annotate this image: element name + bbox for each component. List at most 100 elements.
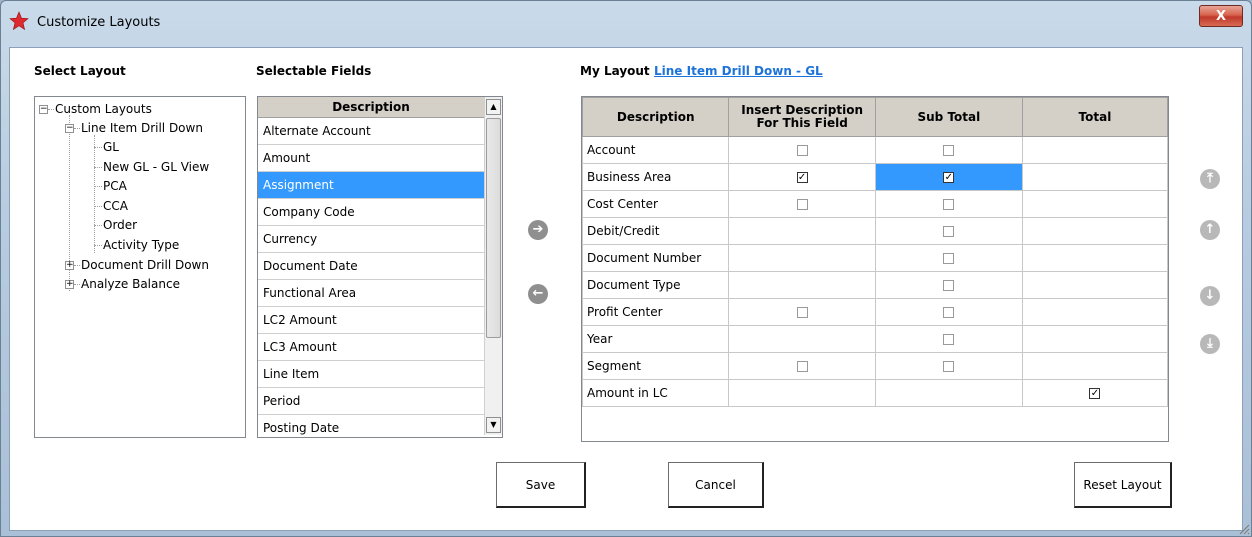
- row-insert-cell[interactable]: [728, 379, 876, 407]
- checkbox-unchecked[interactable]: [796, 307, 808, 318]
- list-item[interactable]: Document Date: [258, 253, 484, 280]
- list-item[interactable]: Company Code: [258, 199, 484, 226]
- list-item[interactable]: Alternate Account: [258, 118, 484, 145]
- list-item[interactable]: LC2 Amount: [258, 307, 484, 334]
- row-subtotal-cell[interactable]: [874, 379, 1023, 407]
- tree-node-custom-layouts[interactable]: Custom Layouts: [55, 101, 152, 117]
- checkbox-unchecked[interactable]: [943, 334, 955, 345]
- list-item[interactable]: Period: [258, 388, 484, 415]
- row-total-cell[interactable]: [1021, 325, 1168, 353]
- collapse-toggle-icon[interactable]: −: [39, 105, 48, 114]
- tree-node-new-gl-view[interactable]: New GL - GL View: [103, 159, 209, 175]
- expand-toggle-icon[interactable]: +: [65, 280, 74, 289]
- move-top-icon[interactable]: ⤒: [1200, 169, 1220, 189]
- layout-tree[interactable]: − Custom Layouts − Line Item Drill Down …: [34, 96, 246, 438]
- table-row[interactable]: Document Number: [582, 244, 1168, 272]
- table-row[interactable]: Account: [582, 136, 1168, 164]
- row-total-cell[interactable]: [1021, 271, 1168, 299]
- row-subtotal-cell[interactable]: ✓: [874, 163, 1023, 191]
- column-header-description[interactable]: Description: [582, 97, 730, 137]
- table-row[interactable]: Profit Center: [582, 298, 1168, 326]
- tree-node-pca[interactable]: PCA: [103, 178, 127, 194]
- checkbox-unchecked[interactable]: [943, 307, 955, 318]
- row-subtotal-cell[interactable]: [874, 271, 1023, 299]
- expand-toggle-icon[interactable]: +: [65, 261, 74, 270]
- checkbox-unchecked[interactable]: [943, 145, 955, 156]
- vertical-scrollbar[interactable]: ▲ ▼: [484, 97, 502, 435]
- move-up-icon[interactable]: ↑: [1200, 220, 1220, 240]
- tree-node-analyze-balance[interactable]: Analyze Balance: [81, 276, 180, 292]
- checkbox-unchecked[interactable]: [796, 199, 808, 210]
- checkbox-checked[interactable]: ✓: [796, 172, 808, 183]
- row-subtotal-cell[interactable]: [874, 298, 1023, 326]
- table-row[interactable]: Amount in LC ✓: [582, 379, 1168, 407]
- row-insert-cell[interactable]: [728, 217, 876, 245]
- tree-node-activity-type[interactable]: Activity Type: [103, 237, 179, 253]
- list-item[interactable]: Amount: [258, 145, 484, 172]
- tree-node-document-drill-down[interactable]: Document Drill Down: [81, 257, 209, 273]
- list-item[interactable]: Currency: [258, 226, 484, 253]
- resize-grip-icon[interactable]: [1238, 523, 1250, 535]
- cancel-button[interactable]: Cancel: [668, 462, 764, 508]
- row-total-cell[interactable]: ✓: [1021, 379, 1168, 407]
- column-header-insert-description[interactable]: Insert Description For This Field: [728, 97, 876, 137]
- row-insert-cell[interactable]: [728, 190, 876, 218]
- row-subtotal-cell[interactable]: [874, 244, 1023, 272]
- list-item[interactable]: Functional Area: [258, 280, 484, 307]
- arrow-left-circle-icon[interactable]: ←: [528, 284, 548, 304]
- collapse-toggle-icon[interactable]: −: [65, 124, 74, 133]
- row-total-cell[interactable]: [1021, 163, 1168, 191]
- scroll-up-icon[interactable]: ▲: [486, 99, 501, 115]
- reset-layout-button[interactable]: Reset Layout: [1074, 462, 1172, 508]
- list-item[interactable]: Line Item: [258, 361, 484, 388]
- row-insert-cell[interactable]: [728, 271, 876, 299]
- row-total-cell[interactable]: [1021, 217, 1168, 245]
- save-button[interactable]: Save: [496, 462, 586, 508]
- row-insert-cell[interactable]: [728, 136, 876, 164]
- row-total-cell[interactable]: [1021, 190, 1168, 218]
- checkbox-unchecked[interactable]: [943, 280, 955, 291]
- row-subtotal-cell[interactable]: [874, 190, 1023, 218]
- row-insert-cell[interactable]: [728, 244, 876, 272]
- row-subtotal-cell[interactable]: [874, 325, 1023, 353]
- checkbox-unchecked[interactable]: [943, 199, 955, 210]
- table-row[interactable]: Document Type: [582, 271, 1168, 299]
- tree-node-gl[interactable]: GL: [103, 139, 119, 155]
- scrollbar-thumb[interactable]: [486, 118, 501, 338]
- row-insert-cell[interactable]: [728, 298, 876, 326]
- move-down-icon[interactable]: ↓: [1200, 286, 1220, 306]
- current-layout-link[interactable]: Line Item Drill Down - GL: [654, 64, 823, 78]
- close-button[interactable]: X: [1199, 5, 1243, 27]
- list-item-selected[interactable]: Assignment: [258, 172, 484, 199]
- row-subtotal-cell[interactable]: [874, 136, 1023, 164]
- selectable-fields-list[interactable]: Description Alternate Account Amount Ass…: [257, 96, 503, 438]
- column-header-sub-total[interactable]: Sub Total: [874, 97, 1023, 137]
- row-subtotal-cell[interactable]: [874, 352, 1023, 380]
- checkbox-unchecked[interactable]: [796, 361, 808, 372]
- arrow-right-circle-icon[interactable]: ➔: [528, 220, 548, 240]
- tree-node-line-item-drill-down[interactable]: Line Item Drill Down: [81, 120, 203, 136]
- title-bar[interactable]: Customize Layouts X: [1, 1, 1251, 47]
- column-header-total[interactable]: Total: [1021, 97, 1168, 137]
- row-total-cell[interactable]: [1021, 244, 1168, 272]
- table-row[interactable]: Segment: [582, 352, 1168, 380]
- tree-node-order[interactable]: Order: [103, 217, 137, 233]
- checkbox-unchecked[interactable]: [796, 145, 808, 156]
- row-subtotal-cell[interactable]: [874, 217, 1023, 245]
- tree-node-cca[interactable]: CCA: [103, 198, 128, 214]
- scroll-down-icon[interactable]: ▼: [486, 417, 501, 433]
- table-row[interactable]: Business Area ✓ ✓: [582, 163, 1168, 191]
- row-insert-cell[interactable]: [728, 352, 876, 380]
- checkbox-unchecked[interactable]: [943, 253, 955, 264]
- table-row[interactable]: Year: [582, 325, 1168, 353]
- row-insert-cell[interactable]: [728, 325, 876, 353]
- table-row[interactable]: Debit/Credit: [582, 217, 1168, 245]
- checkbox-unchecked[interactable]: [943, 361, 955, 372]
- my-layout-grid[interactable]: Description Insert Description For This …: [581, 96, 1169, 442]
- checkbox-checked[interactable]: ✓: [943, 172, 955, 183]
- row-total-cell[interactable]: [1021, 298, 1168, 326]
- checkbox-unchecked[interactable]: [943, 226, 955, 237]
- list-item[interactable]: Posting Date: [258, 415, 484, 437]
- table-row[interactable]: Cost Center: [582, 190, 1168, 218]
- row-total-cell[interactable]: [1021, 352, 1168, 380]
